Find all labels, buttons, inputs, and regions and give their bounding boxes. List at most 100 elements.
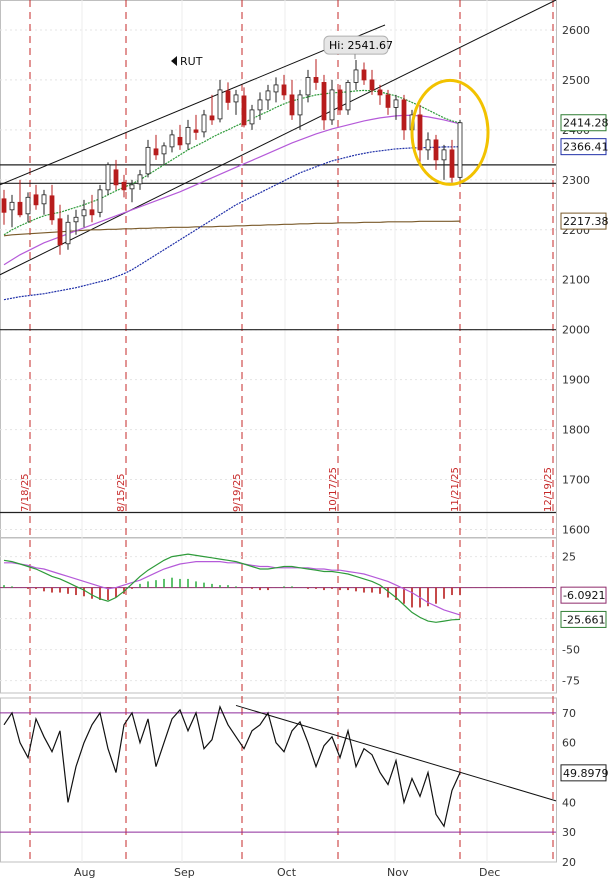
- rsi-tag-text: 49.8979: [563, 767, 609, 780]
- expiry-marker-label: 11/21/25: [450, 467, 461, 512]
- rsi-trendline: [235, 704, 557, 802]
- rsi-line: [3, 705, 461, 828]
- candle-down: [241, 95, 247, 126]
- macd-tag-text: -25.661: [563, 613, 605, 626]
- candle-down: [1, 198, 7, 213]
- candle-up: [273, 84, 279, 93]
- price-ytick-label: 2300: [562, 174, 590, 187]
- expiry-marker-label: 7/18/25: [20, 473, 31, 512]
- candle-up: [393, 99, 399, 108]
- candle-down: [337, 89, 343, 111]
- rsi-panel-frame: [0, 697, 557, 863]
- candle-up: [345, 82, 351, 111]
- month-label: Nov: [387, 866, 409, 879]
- candle-up: [353, 69, 359, 83]
- expiry-marker-label: 9/19/25: [232, 473, 243, 512]
- candle-up: [265, 90, 271, 101]
- price-ytick-label: 1800: [562, 424, 590, 437]
- month-label: Oct: [277, 866, 297, 879]
- candle-down: [113, 169, 119, 186]
- price-ytick-label: 2600: [562, 24, 590, 37]
- candle-up: [257, 99, 263, 111]
- candle-down: [225, 90, 231, 103]
- candle-down: [281, 84, 287, 96]
- candle-up: [25, 196, 31, 215]
- candle-down: [289, 94, 295, 116]
- price-ytick-label: 1600: [562, 524, 590, 537]
- candle-up: [41, 194, 47, 205]
- macd-ytick-label: 25: [562, 551, 576, 564]
- macd-signal-line: [4, 560, 461, 616]
- candle-up: [457, 122, 463, 178]
- candle-down: [313, 77, 319, 83]
- expiry-marker-label: 8/15/25: [116, 473, 127, 512]
- candle-up: [105, 164, 111, 191]
- candle-down: [417, 114, 423, 151]
- candle-down: [377, 89, 383, 96]
- candle-up: [145, 146, 151, 175]
- ma-brown-line: [3, 220, 461, 237]
- price-ytick-label: 2000: [562, 324, 590, 337]
- candle-down: [17, 201, 23, 216]
- price-ytick-label: 1700: [562, 474, 590, 487]
- candle-down: [209, 115, 215, 121]
- rsi-ytick-label: 60: [562, 737, 576, 750]
- symbol-label: RUT: [180, 55, 203, 68]
- candle-down: [361, 69, 367, 81]
- candle-down: [153, 148, 159, 156]
- candle-up: [129, 184, 135, 190]
- price-panel-frame: [0, 0, 557, 538]
- candle-up: [329, 89, 335, 121]
- candle-down: [49, 195, 55, 221]
- chart-root: 2600250024002300220021002000190018001700…: [0, 0, 610, 882]
- candle-down: [321, 82, 327, 121]
- candle-down: [433, 139, 439, 161]
- expiry-marker-label: 12/19/25: [543, 467, 554, 512]
- candle-up: [441, 149, 447, 161]
- price-tag-text: 2414.28: [563, 117, 609, 130]
- ma-violet-line: [3, 114, 461, 266]
- candle-up: [217, 89, 223, 120]
- channel-lower-line: [0, 0, 557, 276]
- candle-down: [369, 79, 375, 91]
- candle-up: [297, 94, 303, 116]
- symbol-arrow-icon: [171, 56, 177, 66]
- macd-line: [3, 553, 461, 623]
- macd-ytick-label: -50: [562, 644, 580, 657]
- candle-down: [401, 99, 407, 131]
- rsi-ytick-label: 20: [562, 856, 576, 869]
- macd-ytick-label: -75: [562, 675, 580, 688]
- price-tag-text: 2217.38: [563, 215, 609, 228]
- candle-down: [177, 136, 183, 146]
- candle-up: [233, 94, 239, 103]
- candle-up: [81, 209, 87, 217]
- candle-up: [305, 77, 311, 96]
- stock-chart: 2600250024002300220021002000190018001700…: [0, 0, 609, 879]
- high-label-text: Hi: 2541.67: [329, 39, 393, 52]
- expiry-marker-label: 10/17/25: [328, 467, 339, 512]
- rsi-ytick-label: 70: [562, 707, 576, 720]
- macd-tag-text: -6.0921: [563, 589, 605, 602]
- price-tag-text: 2366.41: [563, 141, 609, 154]
- candle-down: [33, 194, 39, 206]
- candle-up: [161, 145, 167, 155]
- candle-up: [97, 189, 103, 213]
- candle-up: [201, 114, 207, 133]
- rsi-ytick-label: 40: [562, 796, 576, 809]
- candle-down: [57, 218, 63, 246]
- candle-down: [89, 209, 95, 216]
- ma-green-line: [3, 89, 461, 236]
- candle-down: [193, 129, 199, 133]
- month-label: Aug: [74, 866, 95, 879]
- month-label: Sep: [174, 866, 195, 879]
- candle-up: [73, 216, 79, 223]
- month-label: Dec: [479, 866, 500, 879]
- candle-down: [449, 149, 455, 178]
- candle-up: [137, 174, 143, 185]
- candle-up: [249, 109, 255, 125]
- candle-up: [425, 139, 431, 151]
- candle-up: [185, 126, 191, 145]
- price-ytick-label: 1900: [562, 374, 590, 387]
- price-ytick-label: 2500: [562, 74, 590, 87]
- candle-up: [9, 201, 15, 211]
